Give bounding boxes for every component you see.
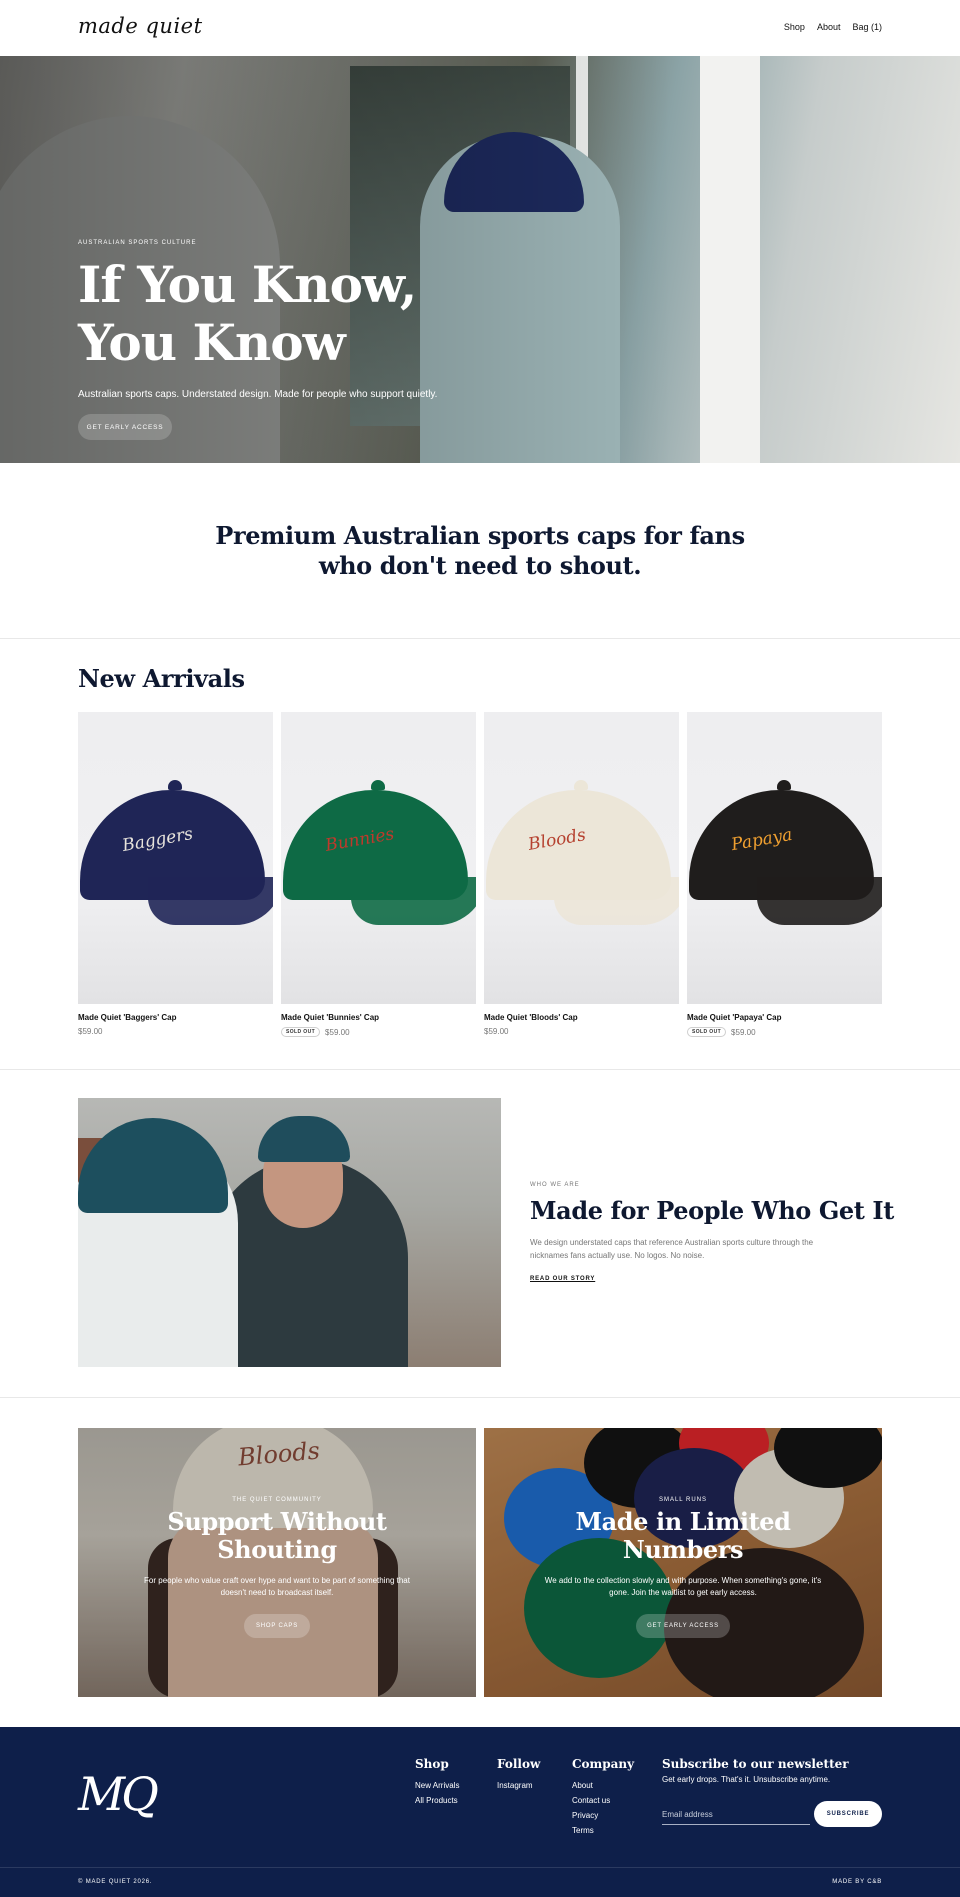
limited-eyebrow: Small Runs	[658, 1497, 708, 1503]
site-logo[interactable]: made quiet	[78, 14, 203, 38]
community-body: For people who value craft over hype and…	[144, 1576, 410, 1597]
site-header: made quiet Shop About Bag (1)	[0, 0, 960, 56]
subscribe-button[interactable]: Subscribe	[814, 1801, 882, 1827]
hero-subtitle: Australian sports caps. Understated desi…	[78, 389, 438, 400]
product-price: $59.00	[484, 1027, 509, 1036]
made-by-credit[interactable]: Made by C&B	[832, 1879, 882, 1885]
new-arrivals-heading: New Arrivals	[78, 664, 245, 693]
section-divider	[0, 1397, 960, 1398]
who-we-are-eyebrow: Who We Are	[530, 1182, 580, 1188]
sold-out-badge: Sold Out	[687, 1027, 727, 1037]
product-name[interactable]: Made Quiet 'Baggers' Cap	[78, 1013, 273, 1022]
newsletter-heading: Subscribe to our newsletter	[662, 1757, 849, 1771]
cap-brim	[351, 877, 476, 925]
nav-about[interactable]: About	[817, 22, 841, 32]
hero-title: If You Know, You Know	[78, 255, 417, 372]
product-card[interactable]: Baggers Made Quiet 'Baggers' Cap $59.00	[78, 712, 273, 1037]
cap-brim	[148, 877, 273, 925]
product-name[interactable]: Made Quiet 'Bunnies' Cap	[281, 1013, 476, 1022]
who-we-are-heading: Made for People Who Get It	[530, 1196, 894, 1225]
product-meta: $59.00	[78, 1027, 273, 1036]
read-our-story-link[interactable]: Read Our Story	[530, 1276, 595, 1282]
statement-section: Premium Australian sports caps for fans …	[0, 463, 960, 638]
product-image[interactable]: Bloods	[484, 712, 679, 1004]
footer-follow-heading: Follow	[497, 1757, 541, 1771]
cap-top-button	[371, 780, 385, 790]
product-name[interactable]: Made Quiet 'Bloods' Cap	[484, 1013, 679, 1022]
community-heading: Support Without Shouting	[167, 1507, 387, 1564]
product-image[interactable]: Papaya	[687, 712, 882, 1004]
product-card[interactable]: Bunnies Made Quiet 'Bunnies' Cap Sold Ou…	[281, 712, 476, 1037]
product-price: $59.00	[731, 1027, 756, 1037]
main-nav: Shop About Bag (1)	[784, 22, 882, 32]
footer-company-column: Company About Contact us Privacy Terms	[572, 1757, 634, 1838]
footer-link-all-products[interactable]: All Products	[415, 1793, 459, 1808]
product-card[interactable]: Papaya Made Quiet 'Papaya' Cap Sold Out …	[687, 712, 882, 1037]
limited-tile: Small Runs Made in Limited Numbers We ad…	[484, 1428, 882, 1697]
hero-cta-button[interactable]: Get Early Access	[78, 414, 172, 440]
who-we-are-body: We design understated caps that referenc…	[530, 1238, 814, 1260]
product-name[interactable]: Made Quiet 'Papaya' Cap	[687, 1013, 882, 1022]
newsletter-email-input[interactable]	[662, 1805, 810, 1825]
footer-link-privacy[interactable]: Privacy	[572, 1808, 634, 1823]
waitlist-button[interactable]: Get Early Access	[636, 1614, 730, 1638]
footer-link-instagram[interactable]: Instagram	[497, 1778, 540, 1793]
copyright: © Made Quiet 2026.	[78, 1879, 153, 1885]
footer-company-heading: Company	[572, 1757, 635, 1771]
cap-top-button	[168, 780, 182, 790]
product-meta: $59.00	[484, 1027, 679, 1036]
product-image[interactable]: Bunnies	[281, 712, 476, 1004]
footer-link-terms[interactable]: Terms	[572, 1823, 634, 1838]
limited-body: We add to the collection slowly and with…	[544, 1576, 822, 1597]
section-divider	[0, 1069, 960, 1070]
cap-brim	[757, 877, 882, 925]
limited-heading: Made in Limited Numbers	[575, 1507, 791, 1564]
footer-link-about[interactable]: About	[572, 1778, 634, 1793]
man-cap	[258, 1116, 350, 1162]
nav-shop[interactable]: Shop	[784, 22, 805, 32]
footer-follow-column: Follow Instagram	[497, 1757, 540, 1793]
cap-brim	[554, 877, 679, 925]
footer-divider	[0, 1867, 960, 1868]
footer-shop-column: Shop New Arrivals All Products	[415, 1757, 459, 1808]
cap-top-button	[574, 780, 588, 790]
product-price: $59.00	[325, 1027, 350, 1037]
nav-bag[interactable]: Bag (1)	[852, 22, 882, 32]
product-price: $59.00	[78, 1027, 103, 1036]
product-meta: Sold Out $59.00	[687, 1027, 882, 1037]
product-grid: Baggers Made Quiet 'Baggers' Cap $59.00 …	[78, 712, 882, 1037]
hero-eyebrow: Australian Sports Culture	[78, 240, 197, 246]
product-meta: Sold Out $59.00	[281, 1027, 476, 1037]
section-divider	[0, 638, 960, 639]
community-eyebrow: The Quiet Community	[232, 1497, 322, 1503]
site-footer: MQ Shop New Arrivals All Products Follow…	[0, 1727, 960, 1897]
footer-link-contact[interactable]: Contact us	[572, 1793, 634, 1808]
foreground-cap	[78, 1118, 228, 1213]
footer-logo[interactable]: MQ	[78, 1767, 159, 1821]
community-tile: Bloods The Quiet Community Support Witho…	[78, 1428, 476, 1697]
cap-top-button	[777, 780, 791, 790]
statement-heading: Premium Australian sports caps for fans …	[215, 520, 745, 580]
newsletter-signup: Subscribe to our newsletter Get early dr…	[662, 1757, 882, 1827]
sold-out-badge: Sold Out	[281, 1027, 321, 1037]
product-card[interactable]: Bloods Made Quiet 'Bloods' Cap $59.00	[484, 712, 679, 1037]
newsletter-subtitle: Get early drops. That's it. Unsubscribe …	[662, 1775, 831, 1784]
footer-link-new-arrivals[interactable]: New Arrivals	[415, 1778, 459, 1793]
product-image[interactable]: Baggers	[78, 712, 273, 1004]
footer-shop-heading: Shop	[415, 1757, 449, 1771]
shop-caps-button[interactable]: Shop Caps	[244, 1614, 310, 1638]
who-we-are-image	[78, 1098, 501, 1367]
